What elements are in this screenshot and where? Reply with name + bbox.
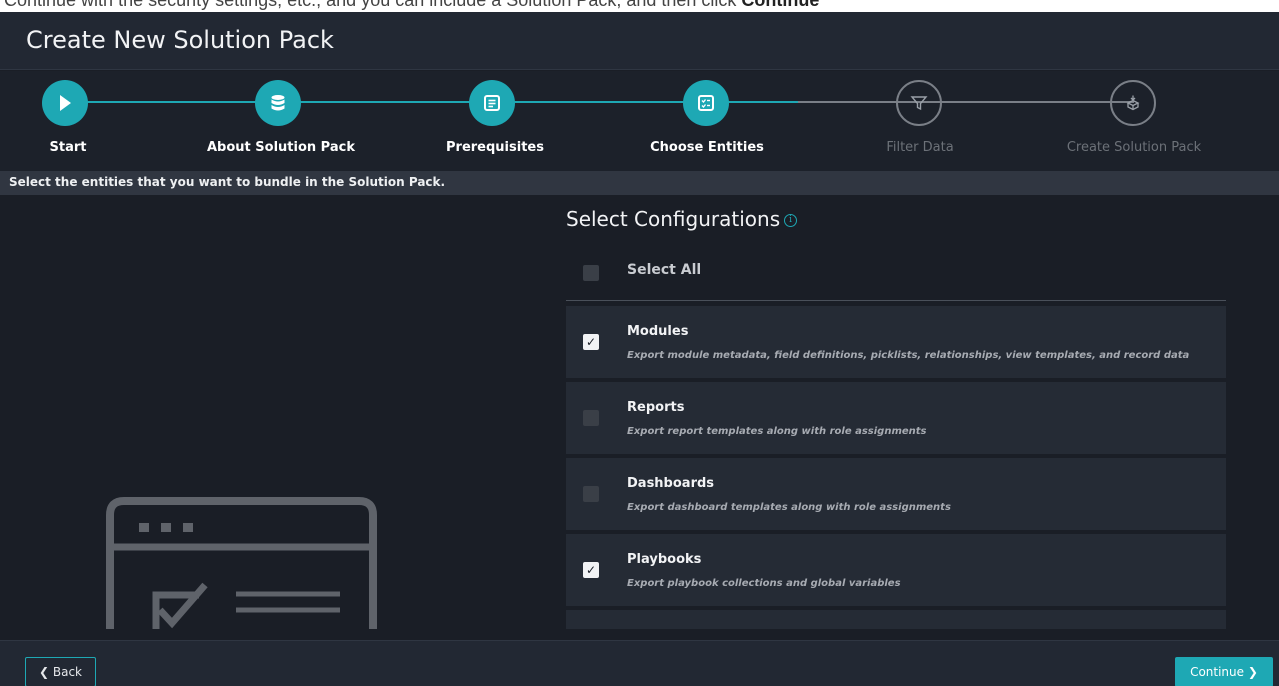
config-row-reports[interactable]: Reports Export report templates along wi… (566, 382, 1226, 454)
step-about-circle (255, 80, 301, 126)
list-doc-icon (484, 95, 500, 111)
config-row-description: Export report templates along with role … (627, 426, 927, 437)
step-label-choose: Choose Entities (650, 140, 764, 155)
step-prereq-circle (469, 80, 515, 126)
select-all-row[interactable]: Select All (566, 254, 1226, 300)
config-row-title: Modules (627, 324, 689, 339)
dashboards-checkbox[interactable] (583, 486, 599, 502)
config-row-description: Export module metadata, field definition… (627, 350, 1190, 361)
continue-label: Continue (1190, 665, 1245, 679)
reports-checkbox[interactable] (583, 410, 599, 426)
checklist-illustration-icon (106, 497, 377, 629)
select-all-label: Select All (627, 262, 702, 278)
divider (566, 300, 1226, 301)
configurations-title: Select Configurations i (566, 207, 798, 231)
config-row-title: Playbooks (627, 552, 702, 567)
step-label-about: About Solution Pack (207, 140, 355, 155)
progress-line-pending (798, 101, 1134, 103)
back-button[interactable]: ❮ Back (25, 657, 96, 686)
config-row-partial[interactable] (566, 610, 1226, 629)
config-row-title: Reports (627, 400, 685, 415)
checklist-icon (698, 95, 714, 111)
step-choose-circle (683, 80, 729, 126)
config-row-description: Export playbook collections and global v… (627, 578, 901, 589)
chevron-left-icon: ❮ (38, 665, 50, 679)
instruction-text: Select the entities that you want to bun… (9, 175, 446, 189)
config-row-dashboards[interactable]: Dashboards Export dashboard templates al… (566, 458, 1226, 530)
playbooks-checkbox[interactable]: ✓ (583, 562, 599, 578)
illustration-panel (0, 195, 560, 629)
footer-bar: ❮ Back Continue ❯ (0, 640, 1279, 686)
top-strip-text: Continue with the security settings, etc… (4, 0, 820, 10)
config-row-title: Dashboards (627, 476, 715, 491)
continue-button[interactable]: Continue ❯ (1175, 657, 1273, 686)
select-all-checkbox[interactable] (583, 265, 599, 281)
step-create-circle (1110, 80, 1156, 126)
instruction-bar: Select the entities that you want to bun… (0, 171, 1279, 195)
step-label-create: Create Solution Pack (1066, 140, 1202, 155)
modules-checkbox[interactable]: ✓ (583, 334, 599, 350)
step-filter-circle (896, 80, 942, 126)
step-label-start: Start (49, 140, 87, 155)
step-start-circle (42, 80, 88, 126)
step-label-filter: Filter Data (886, 140, 954, 155)
filter-icon (910, 96, 928, 111)
wizard-progress: Start About Solution Pack Prerequisites … (0, 71, 1279, 171)
step-label-prereq: Prerequisites (446, 140, 544, 155)
config-row-playbooks[interactable]: ✓ Playbooks Export playbook collections … (566, 534, 1226, 606)
package-icon (1126, 95, 1140, 111)
title-bar: Create New Solution Pack (0, 12, 1279, 70)
play-icon (60, 95, 71, 111)
chevron-right-icon: ❯ (1247, 665, 1258, 679)
document-top-strip: Continue with the security settings, etc… (0, 0, 1279, 12)
database-icon (271, 95, 285, 111)
config-row-description: Export dashboard templates along with ro… (627, 502, 951, 513)
info-icon[interactable]: i (784, 214, 798, 227)
back-label: Back (52, 665, 83, 679)
config-row-modules[interactable]: ✓ Modules Export module metadata, field … (566, 306, 1226, 378)
page-title: Create New Solution Pack (26, 26, 334, 54)
